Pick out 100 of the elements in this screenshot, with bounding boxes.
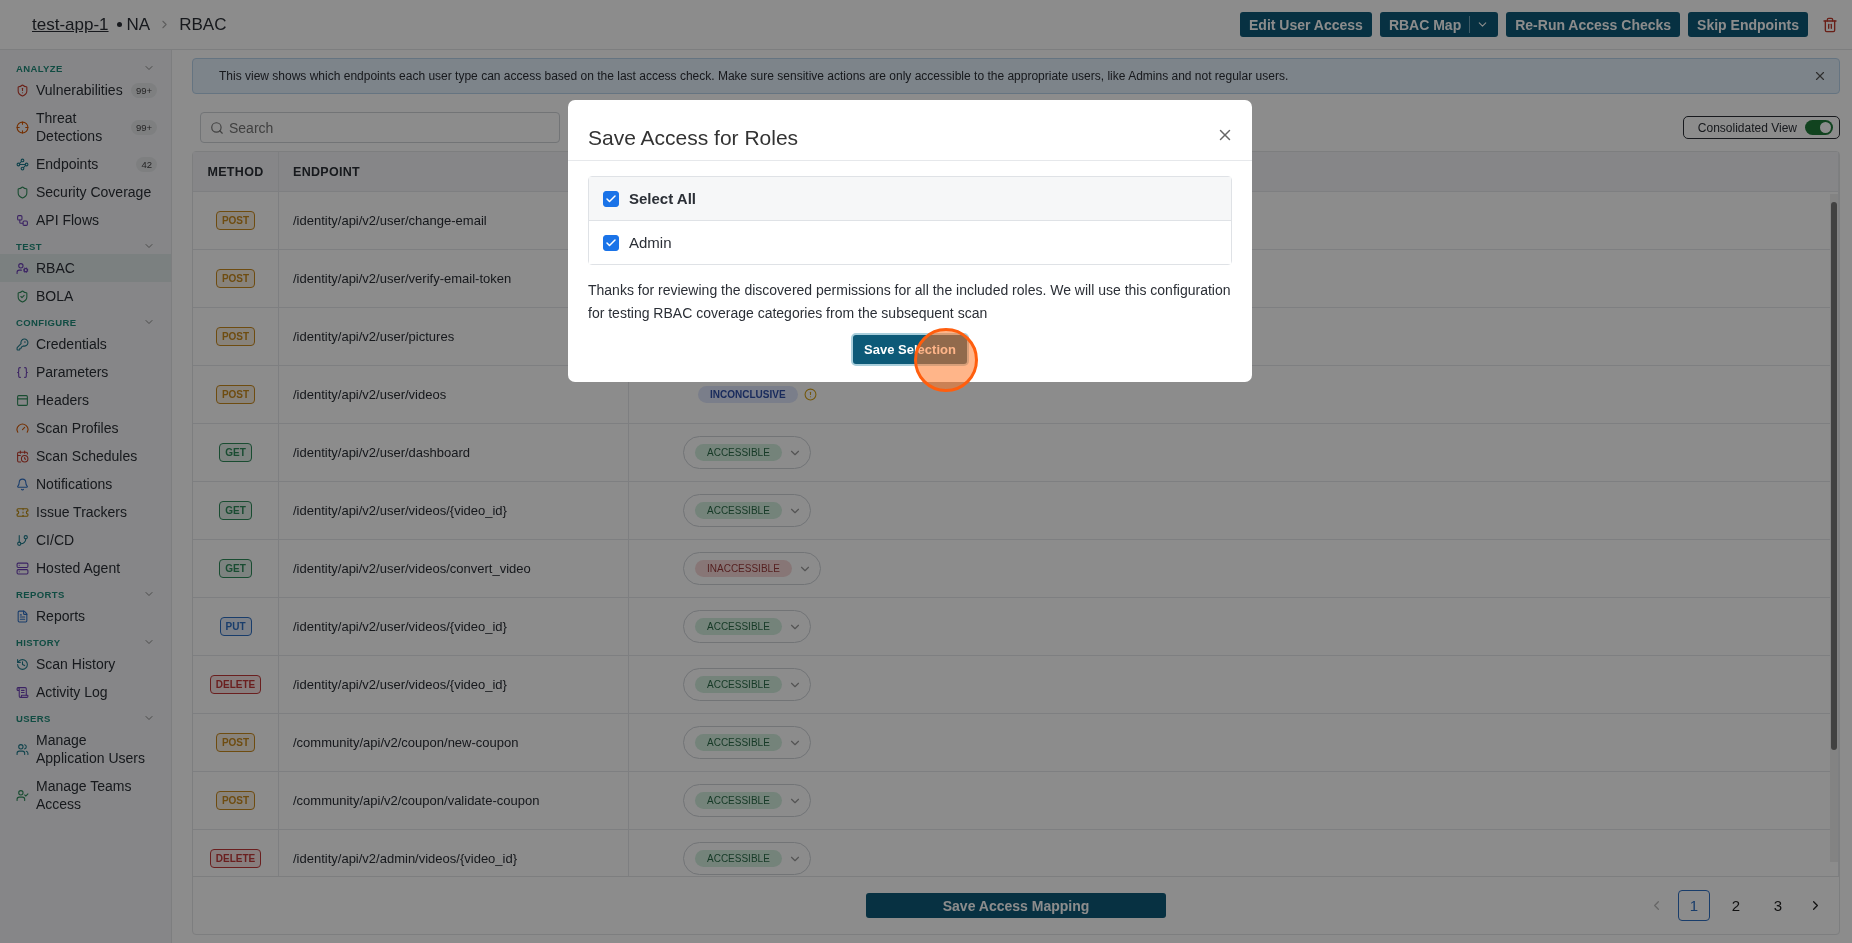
sidebar-item[interactable]: Manage Teams Access	[0, 772, 171, 818]
consolidated-view-toggle[interactable]: Consolidated View	[1682, 116, 1840, 139]
page-button[interactable]: 1	[1678, 890, 1710, 921]
close-icon[interactable]	[1813, 69, 1827, 83]
count-badge: 42	[136, 156, 157, 172]
sidebar-item[interactable]: Scan Profiles	[0, 414, 171, 442]
endpoint-path: /identity/api/v2/user/pictures	[293, 329, 455, 344]
sidebar-item[interactable]: Vulnerabilities 99+	[0, 76, 171, 104]
sidebar-item[interactable]: Reports	[0, 602, 171, 630]
modal-message: Thanks for reviewing the discovered permissions for all the included roles. We will use this configuration for testing RBAC coverage categories from the subsequent scan	[588, 281, 1232, 323]
count-badge: 99+	[130, 119, 157, 135]
checkbox[interactable]	[603, 190, 619, 207]
checkmark-icon	[605, 192, 617, 205]
sidebar-item[interactable]: CI/CD	[0, 526, 171, 554]
sidebar-item[interactable]: API Flows	[0, 206, 171, 234]
action-button[interactable]: Edit User Access	[1240, 12, 1372, 37]
sidebar-item[interactable]: BOLA	[0, 282, 171, 310]
nav-icon	[16, 261, 29, 275]
section-title: ANALYZE	[16, 62, 63, 74]
nav-icon	[16, 393, 29, 407]
nav-icon	[16, 157, 29, 171]
endpoint-path: /identity/api/v2/user/dashboard	[293, 445, 471, 460]
sidebar-item[interactable]: Threat Detections 99+	[0, 104, 171, 150]
sidebar-item[interactable]: Hosted Agent	[0, 554, 171, 582]
switch[interactable]	[1805, 120, 1833, 135]
status-tag: ACCESSIBLE	[695, 734, 782, 751]
nav-icon	[16, 609, 29, 623]
banner-text: This view shows which endpoints each user type can access based on the last access check. Make sure sensitive actions are only accessible to the appropriate users, like Admins and not regular users.	[219, 69, 1289, 83]
nav-icon	[16, 561, 29, 575]
save-mapping-button[interactable]: Save Access Mapping	[866, 893, 1166, 918]
endpoint-path: /identity/api/v2/user/change-email	[293, 213, 487, 228]
nav-icon	[16, 185, 29, 199]
sidebar-item[interactable]: Activity Log	[0, 678, 171, 706]
status-tag: ACCESSIBLE	[695, 792, 782, 809]
section-title: TEST	[16, 240, 42, 252]
status-tag: ACCESSIBLE	[695, 676, 782, 693]
page-title: RBAC	[179, 14, 227, 35]
app-link[interactable]: test-app-1	[32, 14, 109, 35]
option-label: Select All	[629, 190, 696, 207]
endpoint-path: /identity/api/v2/admin/videos/{video_id}	[293, 851, 518, 866]
sidebar-item[interactable]: Scan Schedules	[0, 442, 171, 470]
nav-icon	[16, 533, 29, 547]
endpoint-path: /community/api/v2/coupon/new-coupon	[293, 735, 519, 750]
sidebar-item[interactable]: Scan History	[0, 650, 171, 678]
checkmark-icon	[605, 236, 617, 249]
select-all-option[interactable]: Select All	[589, 177, 1231, 221]
section-title: HISTORY	[16, 636, 61, 648]
endpoint-path: /identity/api/v2/user/videos/convert_video	[293, 561, 531, 576]
nav-icon	[16, 213, 29, 227]
sidebar-item[interactable]: Manage Application Users	[0, 726, 171, 772]
nav-icon	[16, 83, 29, 97]
modal-title: Save Access for Roles	[588, 126, 799, 150]
status-tag: ACCESSIBLE	[695, 850, 782, 867]
sidebar-item[interactable]: RBAC	[0, 254, 171, 282]
search-icon	[210, 121, 224, 135]
scrollbar[interactable]	[1830, 194, 1838, 862]
action-button[interactable]: Re-Run Access Checks	[1506, 12, 1681, 37]
status-tag: INCONCLUSIVE	[698, 386, 798, 403]
sidebar-item[interactable]: Security Coverage	[0, 178, 171, 206]
status-tag: ACCESSIBLE	[695, 444, 782, 461]
column-header: ENDPOINT	[293, 164, 360, 179]
sidebar-item[interactable]: Endpoints 42	[0, 150, 171, 178]
checkbox[interactable]	[603, 234, 619, 251]
column-header: METHOD	[207, 164, 264, 179]
nav-icon	[16, 449, 29, 463]
endpoint-path: /identity/api/v2/user/videos/{video_id}	[293, 503, 507, 518]
section-title: USERS	[16, 712, 51, 724]
endpoint-path: /identity/api/v2/user/videos/{video_id}	[293, 677, 507, 692]
sidebar-item[interactable]: Issue Trackers	[0, 498, 171, 526]
rbac-map-button[interactable]: RBAC Map	[1379, 12, 1499, 37]
endpoint-path: /identity/api/v2/user/verify-email-token	[293, 271, 512, 286]
status-tag: ACCESSIBLE	[695, 618, 782, 635]
section-title: REPORTS	[16, 588, 65, 600]
nav-icon	[16, 421, 29, 435]
sidebar-item[interactable]: Notifications	[0, 470, 171, 498]
endpoint-path: /identity/api/v2/user/videos/{video_id}	[293, 619, 507, 634]
search-field[interactable]: Search	[200, 112, 560, 143]
nav-icon	[16, 788, 29, 802]
nav-icon	[16, 657, 29, 671]
delete-icon[interactable]	[1822, 16, 1838, 33]
status-tag: INACCESSIBLE	[695, 560, 792, 577]
sidebar-item[interactable]: Credentials	[0, 330, 171, 358]
status-tag: ACCESSIBLE	[695, 502, 782, 519]
sidebar-item[interactable]: Headers	[0, 386, 171, 414]
nav-icon	[16, 742, 29, 756]
warning-icon	[803, 388, 817, 401]
sidebar-item[interactable]: Parameters	[0, 358, 171, 386]
nav-icon	[16, 120, 29, 134]
count-badge: 99+	[130, 82, 157, 98]
action-button[interactable]: Skip Endpoints	[1688, 12, 1808, 37]
environment-label: NA	[116, 14, 151, 35]
nav-icon	[16, 289, 29, 303]
nav-icon	[16, 505, 29, 519]
endpoint-path: /identity/api/v2/user/videos	[293, 387, 447, 402]
section-title: CONFIGURE	[16, 316, 77, 328]
nav-icon	[16, 685, 29, 699]
option-label: Admin	[629, 234, 672, 251]
nav-icon	[16, 365, 29, 379]
endpoint-path: /community/api/v2/coupon/validate-coupon	[293, 793, 540, 808]
nav-icon	[16, 337, 29, 351]
